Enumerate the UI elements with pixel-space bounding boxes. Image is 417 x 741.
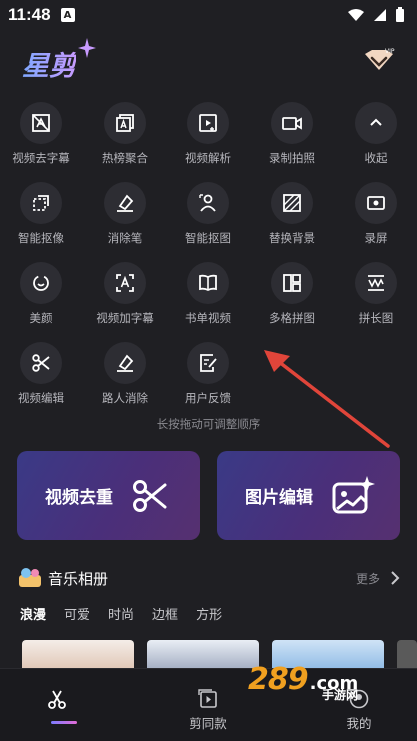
tool-label: 收起	[364, 151, 388, 165]
album-thumbnail[interactable]	[397, 640, 417, 668]
active-indicator	[51, 721, 77, 724]
album-thumbnail[interactable]	[147, 640, 259, 668]
subtitle-remove-icon	[32, 114, 50, 132]
nav-templates-label: 剪同款	[189, 716, 227, 731]
tab-tag[interactable]: 边框	[152, 604, 178, 623]
video-dedup-title: 视频去重	[45, 488, 113, 508]
image-edit-card[interactable]: 图片编辑	[217, 451, 400, 540]
more-label: 更多	[355, 571, 380, 586]
scissors-icon	[133, 479, 167, 512]
tool-smart-cutout[interactable]: 智能抠像	[6, 182, 76, 258]
music-album-icon	[19, 568, 41, 587]
eraser-icon	[117, 194, 134, 212]
image-edit-title: 图片编辑	[245, 488, 313, 508]
tool-label: 录屏	[364, 231, 388, 245]
notification-icon: A	[60, 8, 75, 22]
signal-icon	[374, 9, 386, 21]
tool-label: 多格拼图	[269, 311, 315, 325]
tool-label: 视频去字幕	[12, 151, 70, 165]
book-icon	[199, 274, 217, 292]
vip-label: VIP	[385, 48, 395, 55]
tool-multi-collage[interactable]: 多格拼图	[257, 262, 327, 338]
chevron-right-icon	[391, 571, 400, 585]
nav-home[interactable]	[7, 669, 107, 741]
annotation-arrow-icon	[264, 350, 390, 448]
person-matting-icon	[199, 194, 216, 212]
scissors-icon	[48, 690, 66, 709]
tool-label: 视频解析	[185, 151, 231, 165]
tool-replace-bg[interactable]: 替换背景	[257, 182, 327, 258]
tool-label: 路人消除	[102, 391, 148, 405]
smart-cutout-icon	[33, 195, 49, 211]
nav-templates[interactable]: 剪同款	[158, 669, 258, 741]
tool-video-parse[interactable]: 视频解析	[173, 102, 243, 178]
sparkle-icon	[78, 38, 96, 58]
tab-tag[interactable]: 浪漫	[20, 604, 46, 623]
video-dedup-card[interactable]: 视频去重	[17, 451, 200, 540]
tool-hot-list[interactable]: 热榜聚合	[90, 102, 160, 178]
tool-label: 视频加字幕	[96, 311, 154, 325]
watermark-sub: 手游网	[322, 688, 359, 702]
tab-tag[interactable]: 方形	[196, 604, 222, 623]
album-thumbnail[interactable]	[22, 640, 134, 668]
tool-label: 用户反馈	[185, 391, 231, 405]
video-camera-icon	[282, 117, 302, 130]
tab-tag[interactable]: 时尚	[108, 604, 134, 623]
tool-label: 智能抠图	[185, 231, 231, 245]
chevron-up-icon	[370, 118, 382, 126]
template-video-icon	[198, 689, 217, 708]
nav-mine-label: 我的	[346, 716, 372, 731]
tool-label: 智能抠像	[18, 231, 64, 245]
tool-beauty[interactable]: 美颜	[6, 262, 76, 338]
music-album-title: 音乐相册	[48, 569, 109, 588]
scissors-icon	[32, 354, 50, 372]
replace-bg-icon	[283, 194, 301, 212]
tool-smart-matting[interactable]: 智能抠图	[173, 182, 243, 258]
watermark: 289 .com 手游网	[248, 662, 358, 702]
status-time: 11:48	[8, 5, 51, 24]
tool-screen-record[interactable]: 录屏	[341, 182, 411, 258]
screen-record-icon	[367, 196, 385, 210]
tool-feedback[interactable]: 用户反馈	[173, 342, 243, 418]
tool-label: 美颜	[29, 311, 53, 325]
tool-collapse[interactable]: 收起	[341, 102, 411, 178]
tool-remove-subtitle[interactable]: 视频去字幕	[6, 102, 76, 178]
tool-book-video[interactable]: 书单视频	[173, 262, 243, 338]
tool-label: 拼长图	[358, 311, 394, 325]
tool-label: 录制拍照	[269, 151, 315, 165]
add-subtitle-icon	[116, 274, 134, 292]
watermark-brand: 289	[248, 662, 309, 697]
tool-long-image[interactable]: 拼长图	[341, 262, 411, 338]
collage-icon	[283, 274, 301, 292]
app-header: 星剪 VIP	[0, 38, 417, 88]
more-link[interactable]: 更多	[356, 570, 400, 587]
music-tag-tabs: 浪漫 可爱 时尚 边框 方形	[20, 604, 222, 623]
feedback-icon	[200, 354, 217, 372]
tool-add-subtitle[interactable]: 视频加字幕	[90, 262, 160, 338]
tool-video-edit[interactable]: 视频编辑	[6, 342, 76, 418]
eraser-icon	[117, 354, 134, 372]
battery-icon	[396, 7, 404, 22]
beauty-icon	[33, 275, 49, 291]
tool-label: 书单视频	[185, 311, 231, 325]
tool-eraser[interactable]: 消除笔	[90, 182, 160, 258]
status-bar: 11:48 A	[0, 0, 417, 30]
wifi-icon	[348, 9, 364, 21]
tool-label: 热榜聚合	[102, 151, 148, 165]
long-image-icon	[368, 275, 384, 291]
tool-record[interactable]: 录制拍照	[257, 102, 327, 178]
vip-icon: VIP	[365, 48, 395, 70]
image-edit-icon	[332, 475, 375, 513]
tool-label: 替换背景	[269, 231, 315, 245]
app-logo: 星剪	[22, 44, 76, 83]
video-parse-icon	[199, 114, 217, 132]
tool-remove-passerby[interactable]: 路人消除	[90, 342, 160, 418]
tool-label: 消除笔	[107, 231, 143, 245]
hot-list-icon	[116, 114, 134, 132]
music-album-header: 音乐相册 更多	[18, 565, 400, 591]
tab-tag[interactable]: 可爱	[64, 604, 90, 623]
vip-button[interactable]: VIP	[361, 46, 397, 78]
tool-label: 视频编辑	[18, 391, 64, 405]
